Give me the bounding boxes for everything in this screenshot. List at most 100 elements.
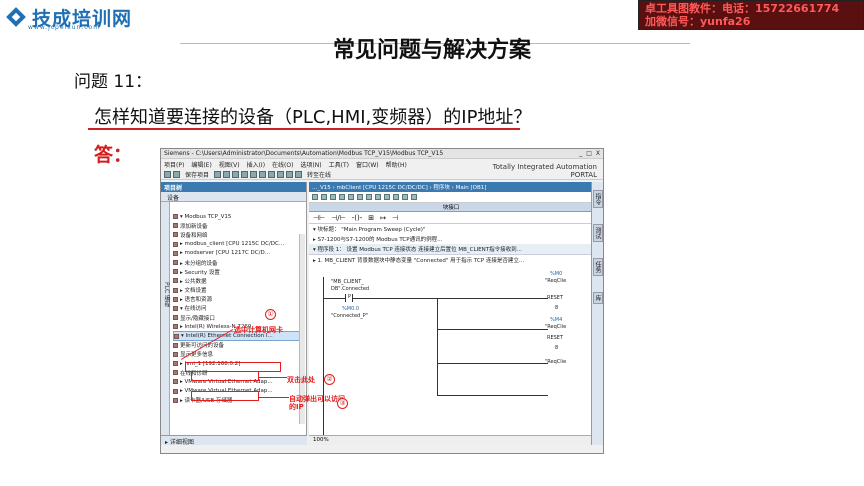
undo-icon[interactable]	[259, 170, 267, 178]
open-project-icon[interactable]	[173, 170, 180, 178]
menu-insert[interactable]: 插入(I)	[247, 160, 265, 169]
window-title: Siemens - C:\Users\Administrator\Documen…	[164, 150, 444, 157]
nc-contact-icon[interactable]: ⊣/⊢	[331, 214, 346, 222]
paste-icon[interactable]	[241, 170, 249, 178]
menu-project[interactable]: 项目(P)	[164, 160, 184, 169]
project-tree-title: 项目树	[161, 182, 306, 192]
menu-window[interactable]: 窗口(W)	[356, 160, 379, 169]
ladder-diagram: "MB_CLIENT_ DB".Connected P %M0.0 "Conne…	[317, 271, 587, 437]
copy-icon[interactable]	[232, 170, 240, 178]
editor-tool-icon[interactable]	[330, 194, 336, 200]
menu-tools[interactable]: 工具(T)	[329, 160, 349, 169]
tree-item[interactable]: 显示/隐藏接口	[173, 313, 301, 322]
coil-1-op[interactable]: RESET	[547, 295, 563, 301]
annotation-arrow-2	[259, 377, 287, 378]
editor-tool-icon[interactable]	[393, 194, 399, 200]
tia-brand-line2: PORTAL	[570, 171, 597, 179]
block-interface-bar[interactable]: 块接口	[309, 203, 593, 212]
folder-icon	[173, 278, 178, 284]
menu-edit[interactable]: 编辑(E)	[191, 160, 211, 169]
download-icon[interactable]	[286, 170, 294, 178]
tree-item[interactable]: ▸ 未分组的设备	[173, 258, 301, 267]
redo-icon[interactable]	[268, 170, 276, 178]
tia-portal-screenshot: Siemens - C:\Users\Administrator\Documen…	[160, 148, 604, 454]
editor-tool-icon[interactable]	[384, 194, 390, 200]
tree-item-online-access[interactable]: ▾ 在线访问	[173, 304, 301, 313]
power-rail	[323, 277, 324, 437]
contact-tag-line2: DB".Connected	[331, 286, 370, 292]
tree-item[interactable]: 设备和网络	[173, 230, 301, 239]
editor-tool-icon[interactable]	[357, 194, 363, 200]
update-icon	[173, 342, 178, 348]
print-icon[interactable]	[214, 170, 222, 178]
contact-tag-line1: "MB_CLIENT_	[331, 279, 364, 285]
tree-item[interactable]: ▸ modserver [CPU 1217C DC/D...	[173, 249, 301, 258]
upload-icon[interactable]	[295, 170, 303, 178]
plc-icon	[173, 250, 178, 256]
editor-tool-icon[interactable]	[375, 194, 381, 200]
network-1-title[interactable]: ▾ 程序段 1： 设置 Modbus TCP 连接状态 连接建立后置位 MB_C…	[309, 244, 593, 255]
open-branch-icon[interactable]: ↦	[380, 214, 386, 222]
annotation-number-3: ③	[337, 398, 348, 409]
new-project-icon[interactable]	[164, 170, 171, 178]
project-tree-panel: 项目树 设备 PLC 编程 ▾ Modbus TCP_V15 添加新设备 设备和…	[161, 182, 307, 446]
annotation-number-2: ②	[324, 374, 335, 385]
answer-label: 答：	[94, 144, 133, 166]
editor-tool-icon[interactable]	[366, 194, 372, 200]
tia-brand-line1: Totally Integrated Automation	[492, 163, 597, 171]
question-text: 怎样知道要连接的设备（PLC,HMI,变频器）的IP地址？	[94, 107, 532, 128]
close-branch-icon[interactable]: ⊣	[392, 214, 398, 222]
detail-view-toggle[interactable]: ▸ 详细视图	[161, 435, 307, 446]
compile-icon[interactable]	[277, 170, 285, 178]
editor-tool-icon[interactable]	[402, 194, 408, 200]
minimize-button[interactable]: _	[579, 150, 582, 157]
project-icon	[173, 214, 178, 220]
devices-tab[interactable]: 设备	[161, 192, 306, 202]
annotation-box-hmi	[191, 391, 259, 401]
editor-tool-icon[interactable]	[348, 194, 354, 200]
empty-box-icon[interactable]: ⊞	[368, 214, 374, 222]
rung-branch-3	[437, 395, 548, 396]
delete-icon[interactable]	[250, 170, 258, 178]
save-project-button[interactable]: 保存项目	[185, 170, 209, 179]
coil-2-op[interactable]: RESET	[547, 335, 563, 341]
tab-instructions[interactable]: 指令	[593, 190, 603, 208]
annotation-text-1: 选中计算机网卡	[234, 326, 283, 334]
tree-item[interactable]: ▸ 公共数据	[173, 276, 301, 285]
coil-2-addr: %M4	[550, 317, 563, 323]
coil-1-name: "ReqClie	[545, 278, 567, 284]
branch-vertical	[437, 298, 438, 396]
close-button[interactable]: X	[596, 150, 600, 157]
no-contact-icon[interactable]: ⊣⊢	[313, 214, 325, 222]
editor-tool-icon[interactable]	[312, 194, 318, 200]
tree-item[interactable]: ▸ modbus_client [CPU 1215C DC/DC...	[173, 240, 301, 249]
tab-libraries[interactable]: 库	[593, 292, 603, 304]
cut-icon[interactable]	[223, 170, 231, 178]
menu-online[interactable]: 在线(O)	[272, 160, 293, 169]
coil-1-count: 8	[555, 305, 559, 311]
tab-testing[interactable]: 测试	[593, 224, 603, 242]
coil-icon[interactable]: -()-	[352, 214, 363, 222]
tree-item[interactable]: ▸ 语言和资源	[173, 295, 301, 304]
zoom-select[interactable]: 100%	[313, 437, 329, 443]
menu-view[interactable]: 视图(V)	[219, 160, 240, 169]
add-device-icon	[173, 223, 178, 229]
tab-tasks[interactable]: 任务	[593, 258, 603, 276]
ethernet-icon	[174, 333, 179, 339]
editor-tool-icon[interactable]	[411, 194, 417, 200]
online-access-icon	[173, 305, 178, 311]
go-online-button[interactable]: 转至在线	[307, 170, 331, 179]
menu-help[interactable]: 帮助(H)	[386, 160, 407, 169]
editor-tool-icon[interactable]	[339, 194, 345, 200]
block-title[interactable]: ▾ 块标题： "Main Program Sweep (Cycle)"	[309, 224, 593, 234]
maximize-button[interactable]: □	[586, 150, 592, 157]
tree-item[interactable]: ▸ Security 设置	[173, 267, 301, 276]
tree-item[interactable]: ▸ 文档设置	[173, 286, 301, 295]
tree-item[interactable]: ▾ Modbus TCP_V15	[173, 212, 301, 221]
breadcrumb: ..._V15 › mbClient [CPU 1215C DC/DC/DC] …	[309, 182, 593, 192]
tree-item[interactable]: 添加新设备	[173, 221, 301, 230]
coil-2-count: 8	[555, 345, 559, 351]
menu-options[interactable]: 选项(N)	[300, 160, 321, 169]
tree-item-update-accessible[interactable]: 更新可访问的设备	[173, 341, 301, 350]
editor-tool-icon[interactable]	[321, 194, 327, 200]
